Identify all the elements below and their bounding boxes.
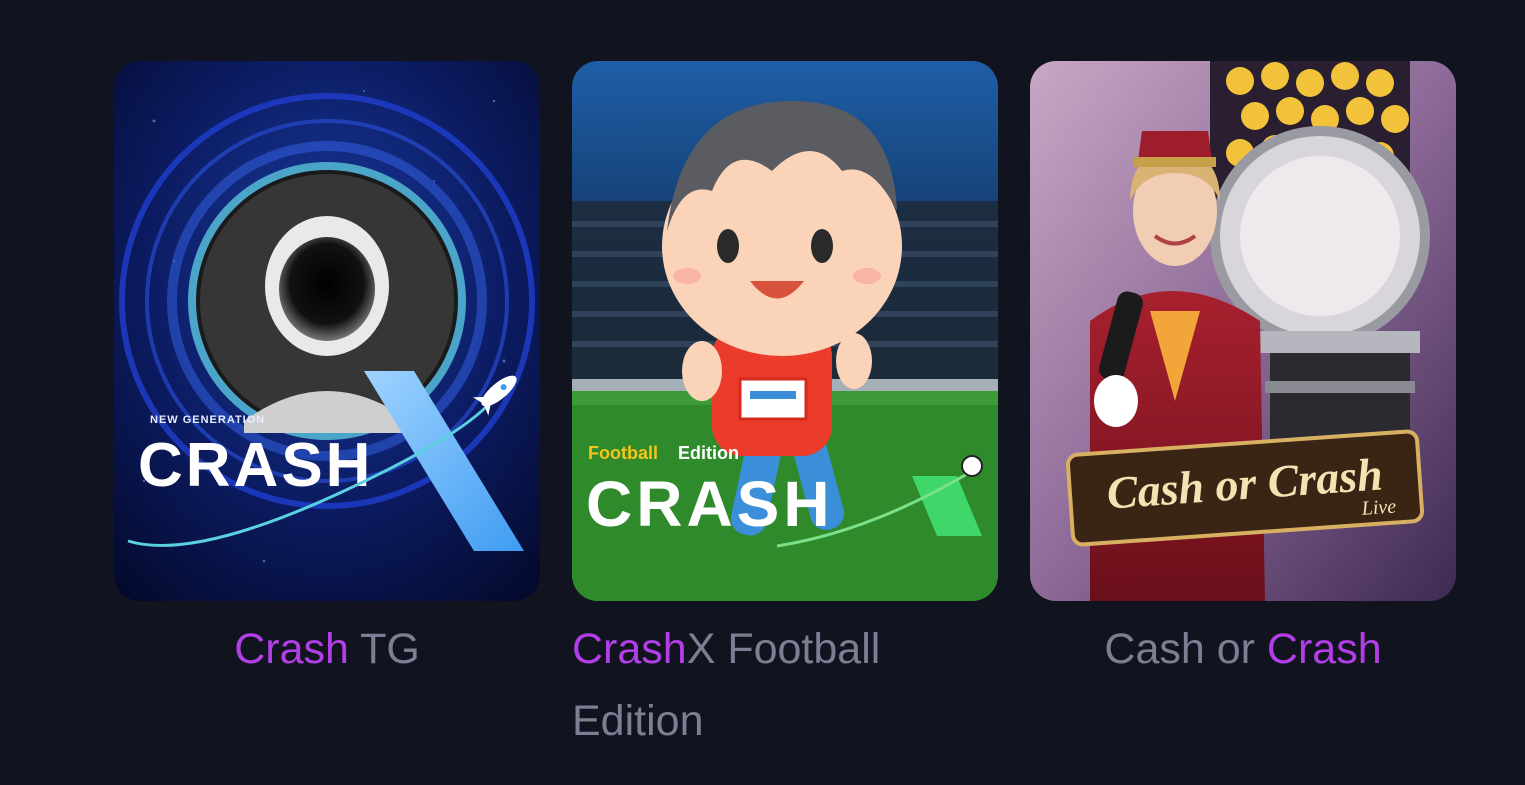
- game-thumbnail-cash-or-crash[interactable]: Cash or Crash Live: [1030, 61, 1456, 601]
- game-thumbnail-crashx-football[interactable]: Football Edition CRASH: [572, 61, 998, 601]
- crashx-football-artwork: Football Edition CRASH: [572, 61, 998, 601]
- cash-or-crash-live: Live: [1360, 496, 1397, 520]
- game-title-highlight: Crash: [234, 625, 349, 673]
- game-title-highlight: Crash: [1266, 625, 1382, 673]
- crashx-badge-edition: Edition: [678, 443, 739, 463]
- game-title-crash-tg[interactable]: Crash TG: [114, 613, 540, 685]
- game-title-crashx-football[interactable]: CrashX Football Edition: [572, 613, 998, 757]
- game-card-crashx-football[interactable]: Football Edition CRASH CrashX Football E…: [572, 61, 998, 757]
- crashx-badge-football: Football: [588, 443, 658, 463]
- game-card-crash-tg[interactable]: NEW GENERATION CRASH Crash TG: [114, 61, 540, 685]
- game-thumbnail-crash-tg[interactable]: NEW GENERATION CRASH: [114, 61, 540, 601]
- crash-tg-artwork: NEW GENERATION CRASH: [114, 61, 540, 601]
- crash-tg-badge: NEW GENERATION: [150, 414, 265, 426]
- game-title-rest: TG: [348, 625, 420, 673]
- game-card-cash-or-crash[interactable]: Cash or Crash Live Cash or Crash: [1030, 61, 1456, 685]
- crashx-logo: CRASH: [586, 468, 834, 540]
- game-title-highlight: Crash: [572, 625, 687, 673]
- cash-or-crash-artwork: Cash or Crash Live: [1030, 61, 1456, 601]
- game-title-cash-or-crash[interactable]: Cash or Crash: [1030, 613, 1456, 685]
- game-title-prefix: Cash or: [1104, 625, 1267, 673]
- crash-tg-logo: CRASH: [138, 431, 373, 500]
